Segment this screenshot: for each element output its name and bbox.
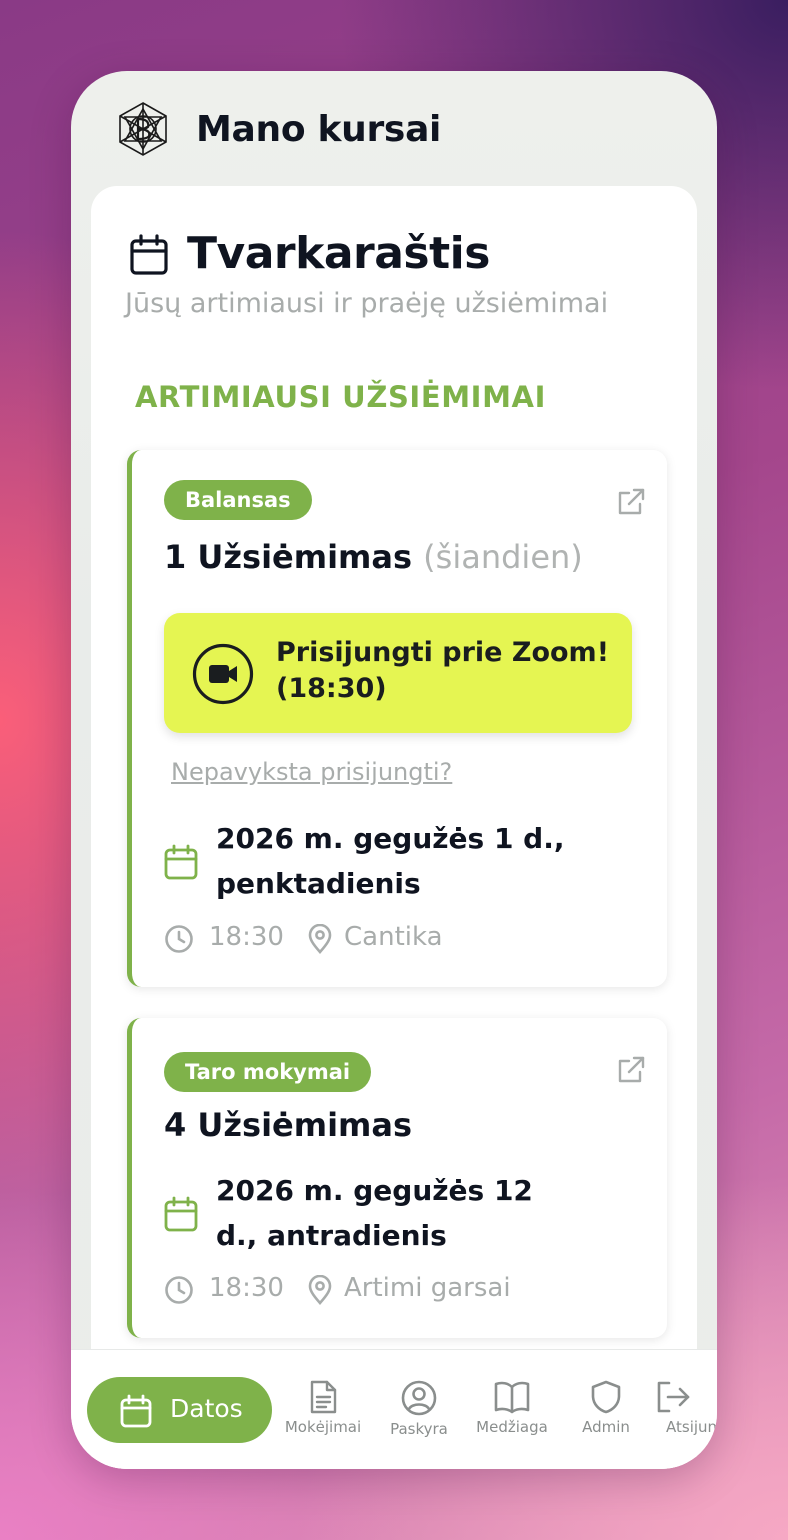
nav-label: Datos: [170, 1394, 243, 1423]
session-time: 18:30: [209, 922, 284, 952]
session-title: 4 Užsiėmimas: [164, 1106, 412, 1144]
clock-icon: [165, 925, 193, 953]
document-icon: [310, 1380, 337, 1414]
location-pin-icon: [308, 1275, 332, 1305]
session-title-suffix: (šiandien): [423, 538, 583, 576]
session-title-text: 1 Užsiėmimas: [164, 538, 413, 576]
session-location: Cantika: [344, 922, 443, 952]
user-circle-icon: [401, 1380, 437, 1416]
session-title: 1 Užsiėmimas (šiandien): [164, 538, 583, 576]
nav-item-datos[interactable]: Datos: [87, 1377, 272, 1443]
clock-icon: [165, 1276, 193, 1304]
session-title-text: 4 Užsiėmimas: [164, 1106, 413, 1144]
logo-icon: [119, 102, 167, 156]
session-time: 18:30: [209, 1273, 284, 1303]
nav-item-medziaga[interactable]: Medžiaga: [467, 1380, 557, 1450]
nav-item-atsijungti[interactable]: Atsijun: [647, 1380, 717, 1450]
nav-item-admin[interactable]: Admin: [561, 1380, 651, 1450]
app-header: Mano kursai: [71, 71, 717, 189]
calendar-icon: [164, 844, 198, 880]
video-camera-icon: [192, 643, 254, 705]
upcoming-heading: ARTIMIAUSI UŽSIĖMIMAI: [135, 380, 546, 414]
course-badge: Taro mokymai: [164, 1052, 372, 1092]
calendar-icon: [130, 234, 168, 275]
calendar-icon: [120, 1394, 152, 1428]
nav-item-mokejimai[interactable]: Mokėjimai: [278, 1380, 368, 1450]
session-location: Artimi garsai: [344, 1273, 511, 1303]
cant-connect-link[interactable]: Nepavyksta prisijungti?: [171, 758, 452, 786]
section-title: Tvarkaraštis: [187, 228, 490, 279]
section-subtitle: Jūsų artimiausi ir praėję užsiėmimai: [125, 288, 609, 319]
location-pin-icon: [308, 924, 332, 954]
book-icon: [494, 1381, 530, 1414]
shield-icon: [591, 1380, 621, 1414]
session-date: 2026 m. gegužės 12 d., antradienis: [216, 1174, 533, 1252]
external-link-icon[interactable]: [615, 1054, 647, 1086]
join-zoom-label: Prisijungti prie Zoom! (18:30): [276, 637, 610, 704]
calendar-icon: [164, 1196, 198, 1232]
course-badge: Balansas: [164, 480, 312, 520]
nav-label: Admin: [582, 1418, 630, 1436]
join-zoom-button[interactable]: Prisijungti prie Zoom! (18:30): [164, 613, 632, 733]
external-link-icon[interactable]: [615, 486, 647, 518]
nav-label: Mokėjimai: [284, 1418, 362, 1436]
nav-label: Medžiaga: [476, 1418, 548, 1436]
app-title: Mano kursai: [196, 109, 442, 150]
bottom-nav: Datos Mokėjimai Paskyra Medžiaga Admin A…: [71, 1349, 717, 1469]
app-window: Mano kursai Tvarkaraštis Jūsų artimiausi…: [71, 71, 717, 1469]
session-card: Taro mokymai 4 Užsiėmimas 2026 m. gegužė…: [127, 1018, 667, 1338]
session-card: Balansas 1 Užsiėmimas (šiandien) Prisiju…: [127, 450, 667, 987]
schedule-panel: Tvarkaraštis Jūsų artimiausi ir praėję u…: [91, 186, 697, 1469]
logout-icon: [657, 1381, 690, 1413]
nav-label: Atsijun: [666, 1418, 717, 1436]
nav-label: Paskyra: [390, 1420, 448, 1438]
nav-item-paskyra[interactable]: Paskyra: [374, 1380, 464, 1450]
session-date: 2026 m. gegužės 1 d., penktadienis: [216, 822, 565, 900]
